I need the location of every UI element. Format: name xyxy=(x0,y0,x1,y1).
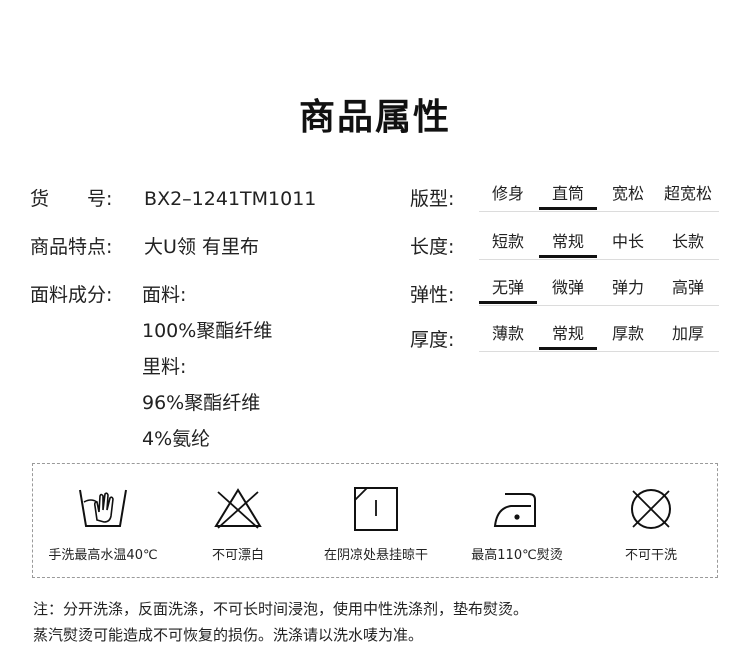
length-option: 常规 xyxy=(539,231,597,258)
length-option: 中长 xyxy=(611,232,644,251)
length-option: 长款 xyxy=(671,232,704,251)
elasticity-option: 微弹 xyxy=(551,278,584,297)
fit-option: 直筒 xyxy=(539,183,597,210)
thickness-option: 常规 xyxy=(539,323,597,350)
fit-option: 修身 xyxy=(491,184,524,203)
length-label: 长度: xyxy=(410,236,455,258)
care-note: 注：分开洗涤，反面洗涤，不可长时间浸泡，使用中性洗涤剂，垫布熨烫。 xyxy=(33,600,529,618)
item-number-label: 货 号: xyxy=(30,188,113,210)
care-item: 在阴凉处悬挂晾干 xyxy=(306,486,446,563)
iron-icon xyxy=(493,493,536,527)
care-label: 最高110℃熨烫 xyxy=(471,548,563,563)
no-dry-clean-icon xyxy=(631,489,671,529)
care-instructions-box: 手洗最高水温40℃ 不可漂白 在阴凉处悬挂晾干 最高110℃熨烫 不可干洗 xyxy=(32,463,718,578)
hand-wash-icon xyxy=(79,489,127,527)
elasticity-label: 弹性: xyxy=(410,284,455,306)
material-line: 100%聚酯纤维 xyxy=(142,320,273,342)
care-label: 手洗最高水温40℃ xyxy=(48,548,158,563)
length-option: 短款 xyxy=(491,232,524,251)
thickness-option: 薄款 xyxy=(491,324,524,343)
elasticity-option: 无弹 xyxy=(479,277,537,304)
feature-row: 商品特点: 大U领 有里布 xyxy=(30,232,259,259)
thickness-options: 薄款 常规 厚款 加厚 xyxy=(479,323,719,352)
feature-value: 大U领 有里布 xyxy=(144,236,259,258)
thickness-label: 厚度: xyxy=(410,329,455,351)
elasticity-options: 无弹 微弹 弹力 高弹 xyxy=(479,277,719,306)
care-label: 不可漂白 xyxy=(211,548,264,563)
feature-label: 商品特点: xyxy=(30,236,113,258)
care-item: 手洗最高水温40℃ xyxy=(33,486,173,563)
material-line: 面料: xyxy=(142,284,187,306)
fit-label: 版型: xyxy=(410,188,455,210)
item-number-value: BX2–1241TM1011 xyxy=(144,188,317,210)
fit-option: 宽松 xyxy=(611,184,644,203)
thickness-option: 厚款 xyxy=(611,324,644,343)
care-label: 不可干洗 xyxy=(624,548,677,563)
dry-in-shade-icon xyxy=(354,487,398,531)
length-options: 短款 常规 中长 长款 xyxy=(479,231,719,260)
material-line: 4%氨纶 xyxy=(142,428,211,450)
material-line: 里料: xyxy=(142,356,187,378)
care-label: 在阴凉处悬挂晾干 xyxy=(323,548,428,563)
no-bleach-icon xyxy=(214,488,262,529)
material-row: 面料成分: xyxy=(30,280,138,307)
elasticity-option: 高弹 xyxy=(671,278,704,297)
care-item: 不可漂白 xyxy=(168,486,308,563)
page-title: 商品属性 xyxy=(298,97,451,138)
fit-options: 修身 直筒 宽松 超宽松 xyxy=(479,183,719,212)
care-item: 不可干洗 xyxy=(581,486,721,563)
material-line: 96%聚酯纤维 xyxy=(142,392,261,414)
thickness-option: 加厚 xyxy=(671,324,704,343)
item-number-row: 货 号: BX2–1241TM1011 xyxy=(30,184,316,211)
fit-option: 超宽松 xyxy=(663,184,712,203)
care-note: 蒸汽熨烫可能造成不可恢复的损伤。洗涤请以洗水唛为准。 xyxy=(33,626,424,644)
elasticity-option: 弹力 xyxy=(611,278,644,297)
care-item: 最高110℃熨烫 xyxy=(447,486,587,563)
material-label: 面料成分: xyxy=(30,284,113,306)
